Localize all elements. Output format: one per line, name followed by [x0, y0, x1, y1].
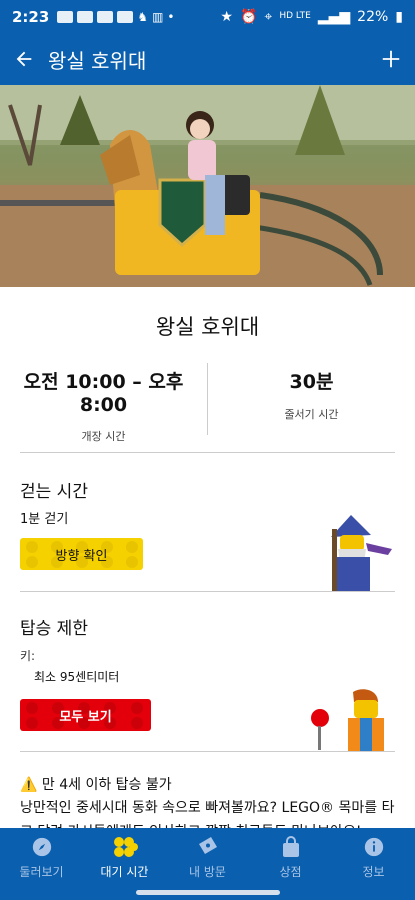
ride-stats: 오전 10:00 – 오후 8:00 개장 시간 30분 줄서기 시간 — [0, 363, 415, 443]
wizard-minifig-icon — [331, 515, 392, 591]
shopping-bag-icon — [281, 835, 301, 859]
signal-icon: ▂▄▆ — [317, 8, 351, 25]
system-gesture-bar — [0, 886, 415, 900]
notification-icons: ♞ ▥ • — [57, 9, 175, 24]
home-indicator[interactable] — [136, 890, 280, 895]
walk-time-heading: 걷는 시간 — [20, 482, 88, 502]
height-label: 키: — [20, 649, 36, 663]
location-icon: ⌖ — [264, 8, 273, 25]
ride-photo — [0, 85, 415, 287]
tab-shop-label: 상점 — [279, 864, 302, 879]
app-bar: 왕실 호위대 — [0, 33, 415, 85]
status-time: 2:23 — [12, 7, 50, 26]
divider — [20, 452, 395, 453]
tab-my-visit-label: 내 방문 — [189, 864, 226, 879]
compass-icon — [31, 835, 53, 859]
ride-restriction-heading: 탑승 제한 — [20, 619, 88, 639]
warning-icon: ⚠️ — [20, 777, 38, 793]
battery-icon: ▮ — [395, 8, 403, 25]
wait-time-value: 30분 — [289, 371, 334, 393]
age-warning-text: 만 4세 이하 탑승 불가 — [41, 777, 172, 793]
lego-bricks-icon — [112, 835, 138, 859]
status-bar: 2:23 ♞ ▥ • ★ ⏰ ⌖ HD LTE ▂▄▆ 22% ▮ — [0, 0, 415, 33]
arrow-left-icon — [16, 51, 32, 67]
tab-shop[interactable]: 상점 — [249, 828, 332, 886]
opening-hours-label: 개장 시간 — [81, 430, 126, 443]
tab-explore-label: 둘러보기 — [19, 864, 64, 879]
gallery-icon — [117, 10, 134, 23]
status-right: ★ ⏰ ⌖ HD LTE ▂▄▆ 22% ▮ — [220, 9, 403, 25]
directions-button[interactable]: 방향 확인 — [20, 538, 143, 570]
back-button[interactable] — [2, 33, 46, 85]
view-all-button[interactable]: 모두 보기 — [20, 699, 151, 731]
tab-my-visit[interactable]: 내 방문 — [166, 828, 249, 886]
page-title: 왕실 호위대 — [48, 48, 147, 73]
plus-icon — [382, 50, 400, 68]
tab-explore[interactable]: 둘러보기 — [0, 828, 83, 886]
add-button[interactable] — [367, 33, 415, 85]
tab-wait-times-label: 대기 시간 — [100, 864, 149, 879]
star-icon: ★ — [220, 8, 233, 25]
tab-info-label: 정보 — [362, 864, 385, 879]
dot-icon: • — [167, 9, 175, 24]
opening-hours-value: 오전 10:00 – 오후 8:00 — [23, 371, 184, 416]
guard-minifig-icon — [309, 689, 384, 752]
directions-button-label: 방향 확인 — [55, 548, 108, 564]
walk-time-value: 1분 걷기 — [20, 512, 69, 527]
ride-description: 낭만적인 중세시대 동화 속으로 빠져볼까요? LEGO® 목마를 타고 달려 … — [20, 800, 395, 828]
tab-info[interactable]: 정보 — [332, 828, 415, 886]
network-label: HD LTE — [279, 11, 311, 21]
battery-text: 22% — [357, 8, 389, 25]
on-icon — [77, 10, 94, 23]
ticket-icon — [196, 835, 220, 859]
divider — [20, 751, 395, 752]
bottom-navigation: 둘러보기 대기 시간 내 방문 상점 정보 — [0, 828, 415, 886]
ride-title: 왕실 호위대 — [155, 315, 260, 339]
bottle-icon: ♞ — [137, 9, 149, 24]
wait-time-label: 줄서기 시간 — [284, 408, 339, 421]
wait-time: 30분 줄서기 시간 — [208, 367, 415, 439]
talk-icon — [57, 10, 74, 23]
height-value: 최소 95센티미터 — [34, 670, 120, 684]
age-warning: ⚠️ 만 4세 이하 탑승 불가 — [20, 774, 172, 794]
alarm-icon: ⏰ — [239, 8, 258, 25]
opening-hours: 오전 10:00 – 오후 8:00 개장 시간 — [0, 367, 207, 443]
view-all-button-label: 모두 보기 — [59, 709, 112, 725]
divider — [20, 591, 395, 592]
building-icon: ▥ — [152, 9, 164, 24]
info-icon — [363, 835, 385, 859]
photo-icon — [97, 10, 114, 23]
ride-details: 왕실 호위대 오전 10:00 – 오후 8:00 개장 시간 30분 줄서기 … — [0, 287, 415, 443]
tab-wait-times[interactable]: 대기 시간 — [83, 828, 166, 886]
